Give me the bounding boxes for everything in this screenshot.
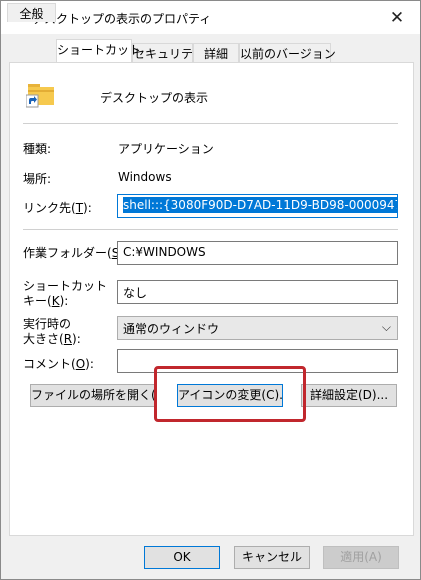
type-value: アプリケーション [118,142,214,156]
location-label: 場所: [23,172,52,186]
tab-general[interactable]: 全般 [7,3,56,22]
window-title: デスクトップの表示のプロパティ [32,12,212,26]
target-input[interactable]: shell:::{3080F90D-D7AD-11D9-BD98-0000947… [117,194,398,218]
tab-details[interactable]: 詳細 [193,43,239,62]
advanced-button[interactable]: 詳細設定(D)... [301,384,397,407]
workdir-input[interactable]: C:¥WINDOWS [117,241,398,265]
tab-shortcut[interactable]: ショートカット [56,39,141,62]
folder-shortcut-icon [26,84,54,108]
run-size-value: 通常のウィンドウ [123,322,220,336]
title-bar[interactable]: デスクトップの表示のプロパティ ✕ [1,1,420,34]
target-value: shell:::{3080F90D-D7AD-11D9-BD98-0000947… [123,197,397,213]
comment-label: コメント(O): [23,357,94,371]
shortcut-key-label: キー(K): [23,294,69,308]
change-icon-button[interactable]: アイコンの変更(C)... [177,384,283,407]
ok-button[interactable]: OK [144,546,220,569]
tab-security[interactable]: セキュリティ [132,43,204,62]
comment-input[interactable] [117,349,398,373]
location-value: Windows [118,170,172,184]
apply-button[interactable]: 適用(A) [323,546,399,569]
workdir-label: 作業フォルダー(S): [23,246,128,260]
tab-previous-versions[interactable]: 以前のバージョン [239,43,336,62]
shortcut-key-input[interactable]: なし [117,280,398,304]
type-label: 種類: [23,142,52,156]
properties-window: デスクトップの表示のプロパティ ✕ 全般 ショートカット セキュリティ 詳細 以… [0,0,421,580]
target-label: リンク先(T): [23,201,92,215]
separator-top [23,123,398,124]
close-icon: ✕ [389,7,405,28]
open-file-location-button[interactable]: ファイルの場所を開く(F) [30,384,155,407]
separator-mid [23,229,398,230]
chevron-down-icon: ⌵ [381,320,391,334]
cancel-button[interactable]: キャンセル [234,546,310,569]
run-size-select[interactable]: 通常のウィンドウ ⌵ [117,316,398,340]
shortcut-name: デスクトップの表示 [100,91,209,105]
close-button[interactable]: ✕ [374,1,420,34]
run-size-label: 大きさ(R): [23,332,81,346]
